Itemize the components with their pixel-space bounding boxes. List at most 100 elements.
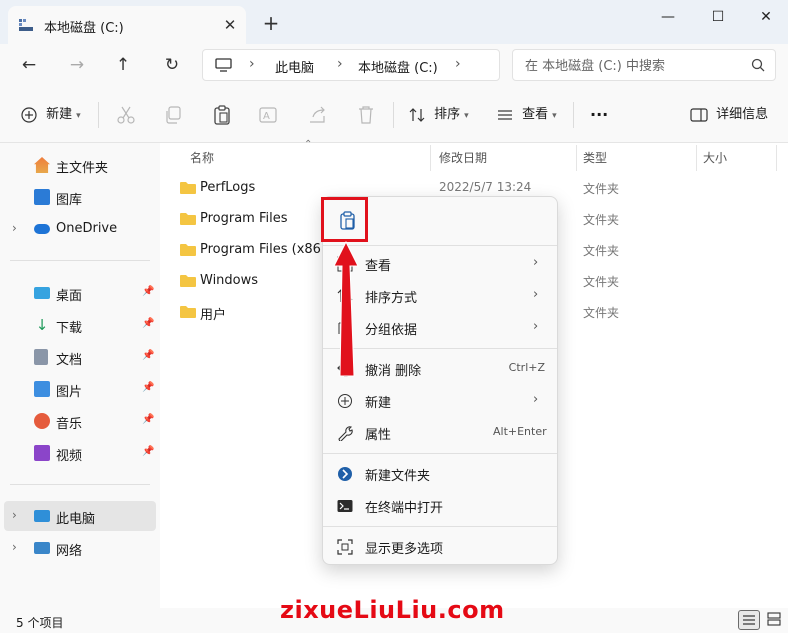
cut-icon[interactable] [115, 105, 137, 125]
share-icon[interactable] [307, 105, 329, 125]
column-header-name[interactable]: 名称 [190, 149, 214, 166]
search-input[interactable] [525, 56, 745, 76]
add-icon [21, 106, 37, 123]
menu-item-label: 撤消 删除 [365, 364, 422, 379]
search-box[interactable] [512, 49, 776, 81]
tab-local-disk[interactable]: 本地磁盘 (C:) ✕ [8, 6, 246, 44]
chevron-right-icon[interactable]: › [12, 540, 17, 554]
pin-icon[interactable]: 📌 [142, 414, 154, 425]
column-header-size[interactable]: 大小 [703, 149, 727, 166]
new-tab-button[interactable]: + [260, 12, 282, 34]
chevron-right-icon[interactable]: › [12, 221, 17, 235]
tab-title: 本地磁盘 (C:) [44, 21, 124, 36]
tab-close-icon[interactable]: ✕ [220, 15, 240, 35]
pictures-icon [34, 381, 50, 397]
folder-icon [180, 213, 196, 225]
copy-icon[interactable] [163, 105, 185, 125]
details-view-button[interactable] [738, 610, 760, 630]
sidebar-divider [10, 260, 150, 261]
sort-icon [409, 107, 425, 122]
breadcrumb-separator[interactable]: › [455, 56, 461, 72]
sidebar-item-label: 视频 [56, 449, 83, 464]
pin-icon[interactable]: 📌 [142, 350, 154, 361]
annotation-arrow-icon [333, 240, 359, 377]
sidebar-item-label: 此电脑 [56, 512, 96, 527]
menu-item-open-terminal[interactable]: 在终端中打开 [327, 490, 553, 522]
svg-text:A: A [263, 111, 270, 122]
delete-icon[interactable] [355, 105, 377, 125]
breadcrumb-this-pc[interactable]: 此电脑 [275, 57, 314, 76]
file-date: 2022/5/7 13:24 [439, 180, 532, 194]
file-name: Windows [200, 273, 259, 288]
pin-icon[interactable]: 📌 [142, 318, 154, 329]
details-pane-button[interactable]: 详细信息 [690, 102, 768, 128]
document-icon [34, 349, 48, 365]
back-button[interactable]: ← [16, 53, 42, 77]
sidebar-item-label: 桌面 [56, 289, 83, 304]
new-button[interactable]: 新建 ▾ [20, 102, 81, 128]
up-button[interactable]: ↑ [110, 53, 136, 77]
refresh-button[interactable]: ↻ [159, 53, 185, 77]
minimize-button[interactable]: — [653, 6, 683, 28]
tiles-view-button[interactable] [764, 610, 786, 630]
breadcrumb-local-disk[interactable]: 本地磁盘 (C:) [358, 57, 438, 76]
menu-item-label: 在终端中打开 [365, 501, 444, 516]
close-window-button[interactable]: ✕ [751, 6, 781, 28]
more-options-button[interactable]: ··· [590, 102, 608, 128]
address-bar[interactable]: › 此电脑 › 本地磁盘 (C:) › [202, 49, 500, 81]
column-header-modified[interactable]: 修改日期 [439, 149, 487, 166]
menu-item-more-options[interactable]: 显示更多选项 [327, 531, 553, 563]
file-type: 文件夹 [583, 213, 620, 227]
sidebar-item-this-pc[interactable]: › 此电脑 [4, 501, 156, 531]
menu-item-label: 显示更多选项 [365, 542, 444, 557]
toolbar-divider [393, 102, 394, 128]
sidebar-item-label: 网络 [56, 544, 83, 559]
pc-icon [34, 510, 50, 522]
sidebar-item-videos[interactable]: 视频 📌 [4, 438, 156, 468]
shortcut-hint: Alt+Enter [493, 425, 547, 438]
chevron-right-icon[interactable]: › [12, 508, 17, 522]
sidebar-item-network[interactable]: › 网络 [4, 533, 156, 563]
sidebar-item-pictures[interactable]: 图片 📌 [4, 374, 156, 404]
forward-button[interactable]: → [64, 53, 90, 77]
sidebar-item-documents[interactable]: 文档 📌 [4, 342, 156, 372]
sidebar-item-music[interactable]: 音乐 📌 [4, 406, 156, 436]
sidebar-item-home[interactable]: 主文件夹 [4, 150, 156, 180]
maximize-button[interactable]: ☐ [703, 6, 733, 28]
sidebar-item-label: 下载 [56, 321, 83, 336]
wrench-icon [338, 426, 353, 441]
pin-icon[interactable]: 📌 [142, 382, 154, 393]
file-name: PerfLogs [200, 180, 256, 195]
paste-icon[interactable] [211, 105, 233, 125]
rename-icon[interactable]: A [258, 105, 280, 125]
column-separator[interactable] [776, 145, 777, 171]
column-separator[interactable] [696, 145, 697, 171]
file-type: 文件夹 [583, 275, 620, 289]
column-separator[interactable] [430, 145, 431, 171]
view-button[interactable]: 查看 ▾ [496, 102, 557, 128]
address-row: ← → ↑ ↻ › 此电脑 › 本地磁盘 (C:) › [0, 44, 788, 86]
menu-item-new[interactable]: 新建 › [327, 385, 553, 417]
chevron-right-icon: › [533, 255, 539, 270]
add-icon [338, 394, 352, 408]
column-header-type[interactable]: 类型 [583, 149, 607, 166]
sort-button[interactable]: 排序 ▾ [408, 102, 469, 128]
menu-item-properties[interactable]: 属性 Alt+Enter [327, 417, 553, 449]
folder-icon [180, 275, 196, 287]
folder-icon [180, 244, 196, 256]
sidebar-item-desktop[interactable]: 桌面 📌 [4, 278, 156, 308]
toolbar-divider [573, 102, 574, 128]
sidebar-item-gallery[interactable]: 图库 [4, 182, 156, 212]
file-type: 文件夹 [583, 306, 620, 320]
pin-icon[interactable]: 📌 [142, 286, 154, 297]
item-count: 5 个项目 [16, 616, 64, 630]
shortcut-hint: Ctrl+Z [508, 361, 545, 374]
column-separator[interactable] [576, 145, 577, 171]
desktop-icon [34, 287, 50, 299]
toolbar-divider [98, 102, 99, 128]
sidebar-item-onedrive[interactable]: › OneDrive [4, 214, 156, 244]
details-pane-icon [690, 107, 708, 122]
sidebar-item-downloads[interactable]: ↓ 下载 📌 [4, 310, 156, 340]
menu-item-new-folder[interactable]: 新建文件夹 [327, 458, 553, 490]
pin-icon[interactable]: 📌 [142, 446, 154, 457]
